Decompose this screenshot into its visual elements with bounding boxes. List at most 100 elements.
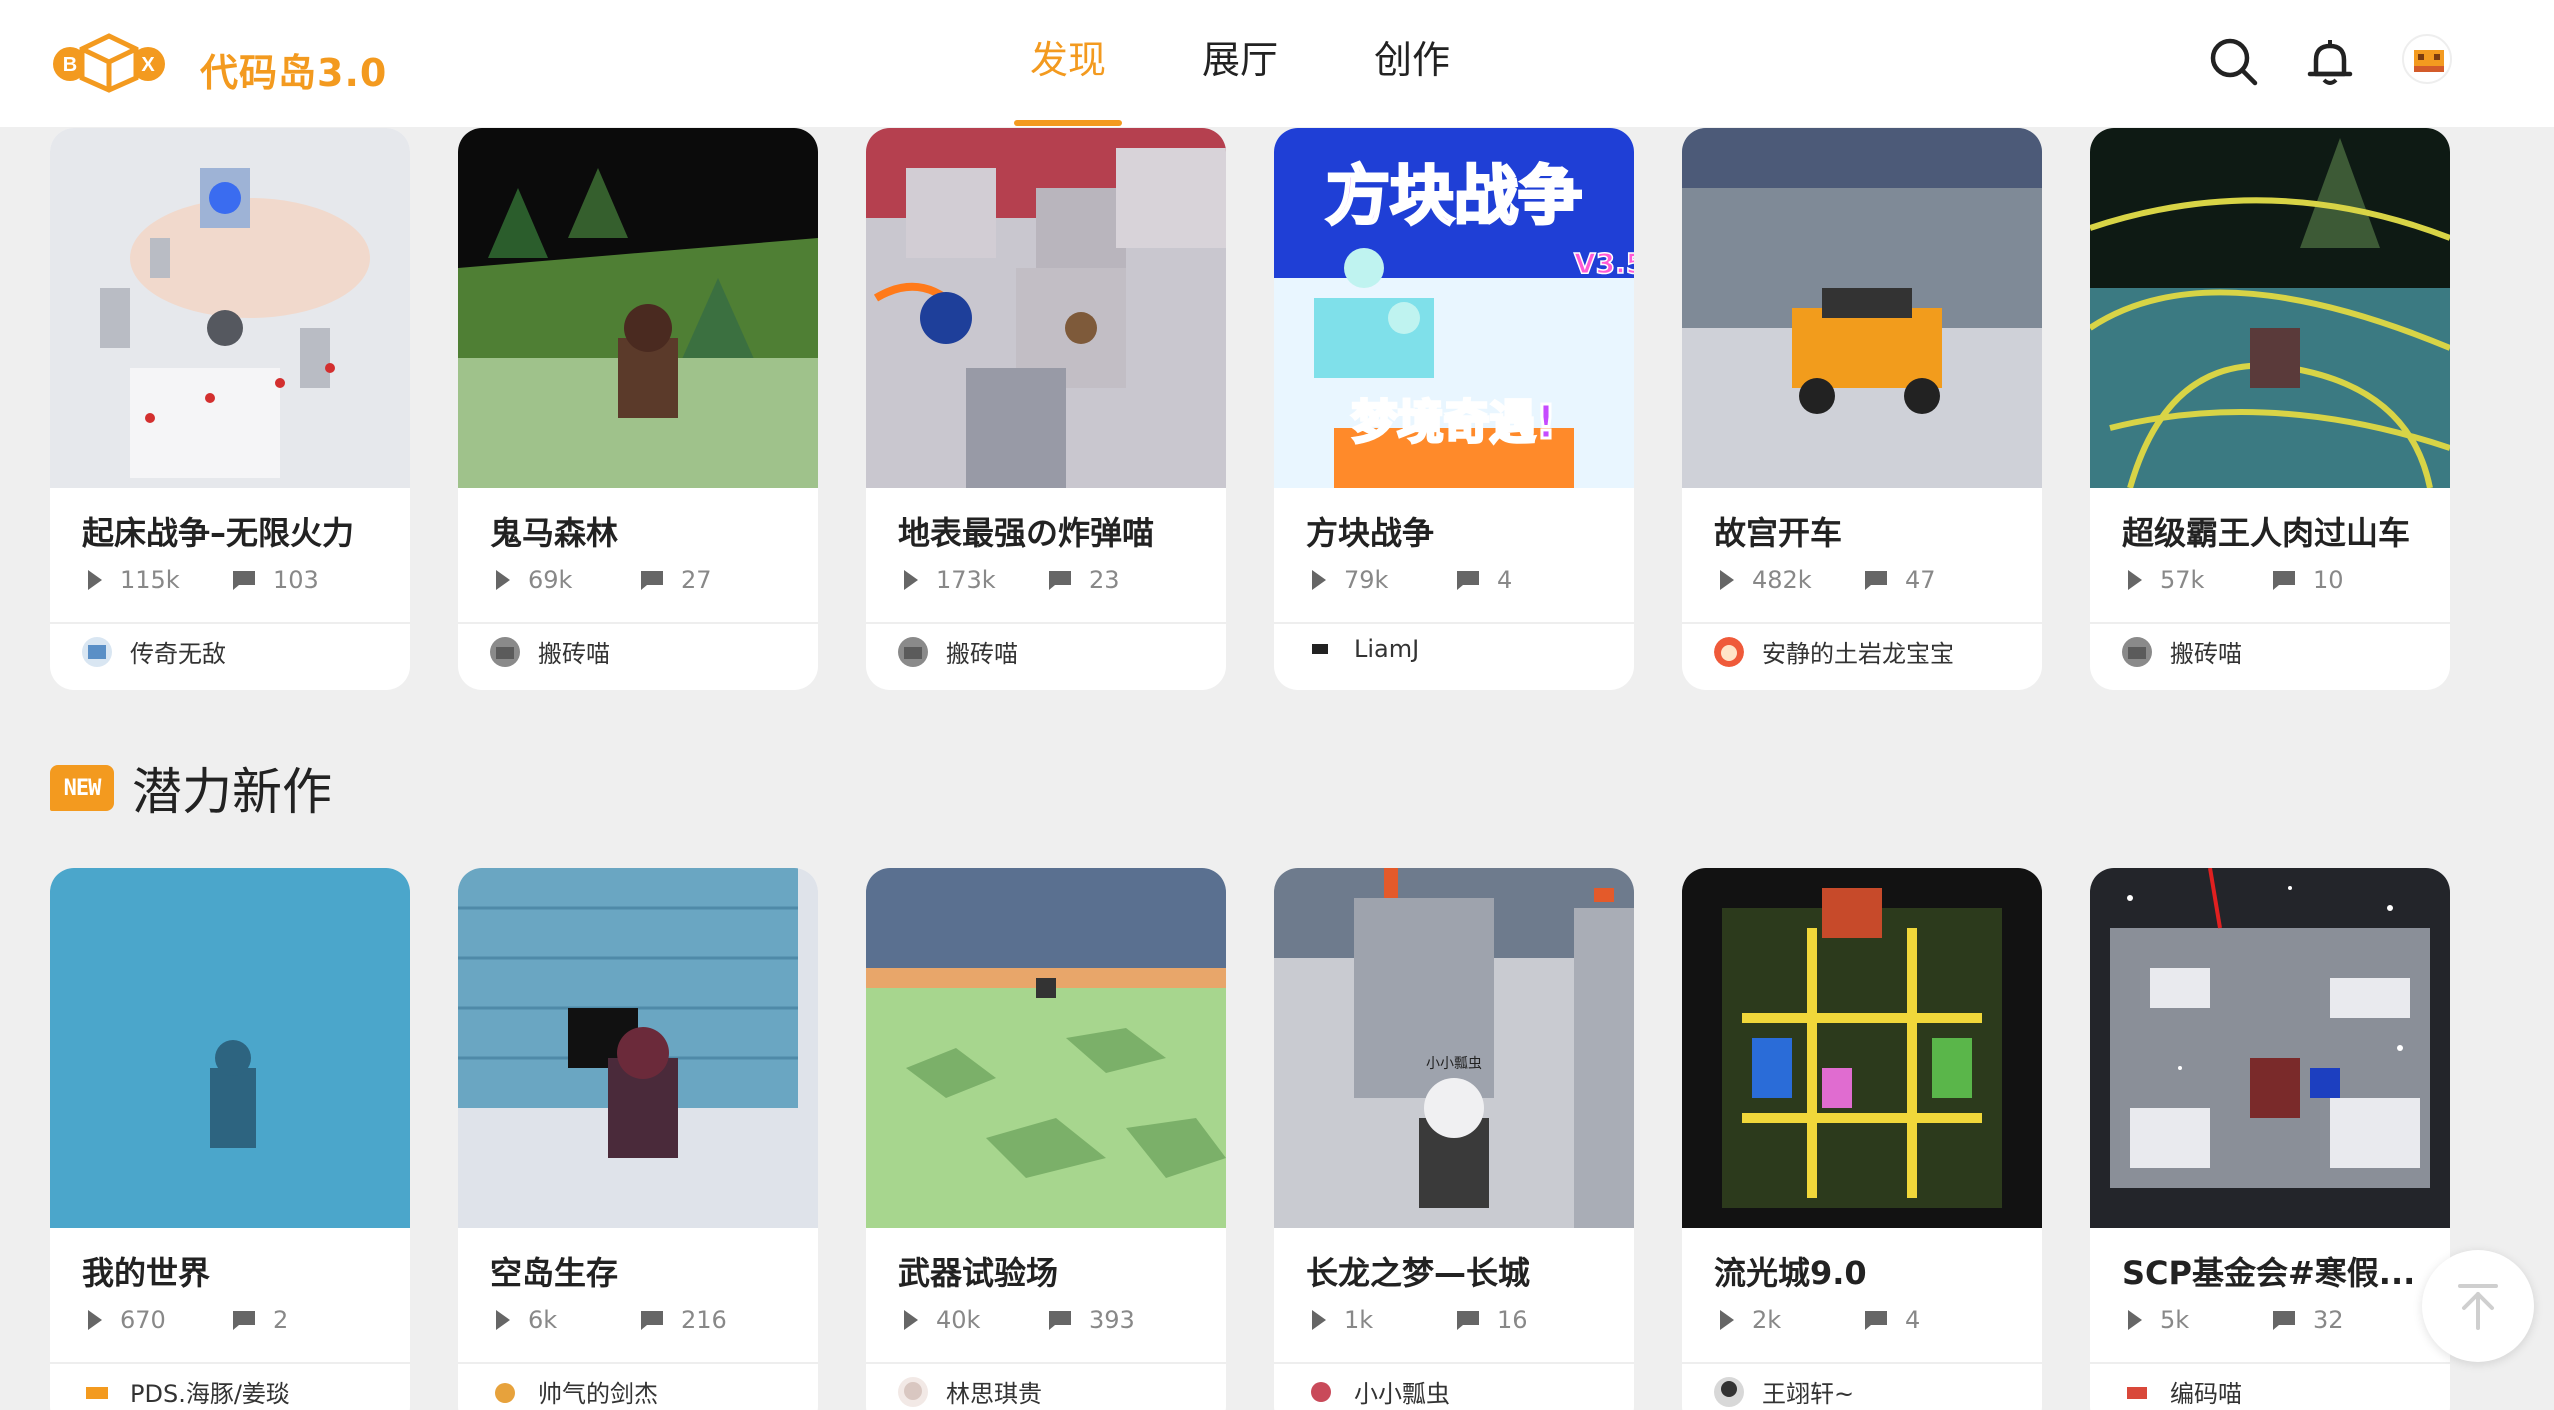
comment-count: 32 bbox=[2313, 1306, 2344, 1334]
search-icon[interactable] bbox=[2206, 34, 2262, 90]
card-title: 地表最强の炸弹喵 bbox=[898, 514, 1155, 552]
game-card[interactable]: 鬼马森林 69k 27 搬砖喵 bbox=[458, 128, 818, 690]
play-count: 57k bbox=[2160, 566, 2205, 594]
comment-icon bbox=[233, 571, 255, 590]
card-title: 空岛生存 bbox=[490, 1254, 619, 1292]
game-card[interactable]: 起床战争–无限火力 115k 103 传奇无敌 bbox=[50, 128, 410, 690]
card-title: 方块战争 bbox=[1306, 514, 1435, 552]
logo-letter-x: X bbox=[141, 54, 155, 76]
game-card[interactable]: 超级霸王人肉过山车 57k 10 搬砖喵 bbox=[2090, 128, 2450, 690]
game-card[interactable]: 空岛生存 6k 216 帅气的剑杰 bbox=[458, 868, 818, 1410]
arrow-up-icon bbox=[2458, 1284, 2498, 1330]
play-icon bbox=[2128, 570, 2142, 590]
play-count: 69k bbox=[528, 566, 573, 594]
card-author[interactable]: 搬砖喵 bbox=[490, 634, 610, 669]
game-thumbnail bbox=[458, 128, 818, 488]
game-card[interactable]: 方块战争 V3.5 梦境奇遇! 方块战争 79k 4 LiamJ bbox=[1274, 128, 1634, 690]
card-author[interactable]: 编码喵 bbox=[2122, 1374, 2242, 1409]
play-icon bbox=[904, 1310, 918, 1330]
comment-count: 216 bbox=[681, 1306, 727, 1334]
card-title: 起床战争–无限火力 bbox=[82, 514, 355, 552]
logo-letter-b: B bbox=[63, 54, 77, 76]
comment-count: 47 bbox=[1905, 566, 1936, 594]
card-author[interactable]: 帅气的剑杰 bbox=[490, 1374, 658, 1409]
author-avatar bbox=[490, 1376, 520, 1407]
author-name: 帅气的剑杰 bbox=[538, 1380, 658, 1408]
thumb-title: 方块战争 bbox=[1326, 160, 1582, 234]
comment-icon bbox=[641, 571, 663, 590]
card-title: 长龙之梦—长城 bbox=[1306, 1254, 1531, 1292]
game-card[interactable]: SCP基金会#寒假... 5k 32 编码喵 bbox=[2090, 868, 2450, 1410]
author-avatar bbox=[1306, 1376, 1336, 1407]
user-avatar[interactable] bbox=[2402, 34, 2452, 84]
play-icon bbox=[1312, 570, 1326, 590]
comment-count: 103 bbox=[273, 566, 319, 594]
nav-discover[interactable]: 发现 bbox=[1013, 32, 1123, 126]
card-title: 鬼马森林 bbox=[490, 514, 619, 552]
play-count: 2k bbox=[1752, 1306, 1782, 1334]
comment-icon bbox=[233, 1311, 255, 1330]
author-name: 搬砖喵 bbox=[946, 640, 1018, 668]
card-stats: 57k 10 bbox=[2126, 566, 2416, 594]
card-divider bbox=[1682, 1362, 2042, 1364]
card-divider bbox=[50, 622, 410, 624]
game-card[interactable]: 流光城9.0 2k 4 王翊轩~ bbox=[1682, 868, 2042, 1410]
new-badge: NEW bbox=[50, 765, 114, 811]
card-divider bbox=[866, 1362, 1226, 1364]
game-card[interactable]: 武器试验场 40k 393 林思琪贵 bbox=[866, 868, 1226, 1410]
nav-gallery[interactable]: 展厅 bbox=[1202, 32, 1278, 126]
section-header-new: NEW 潜力新作 bbox=[50, 752, 332, 824]
game-card[interactable]: 小小瓢虫 长龙之梦—长城 1k 16 小小瓢虫 bbox=[1274, 868, 1634, 1410]
logo[interactable]: B X bbox=[50, 30, 168, 94]
card-author[interactable]: PDS.海豚/姜琰 bbox=[82, 1374, 290, 1409]
brand-name[interactable]: 代码岛3.0 bbox=[200, 42, 387, 97]
card-stats: 2k 4 bbox=[1718, 1306, 2008, 1334]
card-divider bbox=[458, 1362, 818, 1364]
author-avatar bbox=[2122, 636, 2152, 667]
card-title: 武器试验场 bbox=[898, 1254, 1059, 1292]
play-icon bbox=[88, 1310, 102, 1330]
card-divider bbox=[50, 1362, 410, 1364]
comment-count: 23 bbox=[1089, 566, 1120, 594]
back-to-top-button[interactable] bbox=[2422, 1250, 2534, 1362]
card-author[interactable]: 安静的土岩龙宝宝 bbox=[1714, 634, 1954, 669]
game-thumbnail: 小小瓢虫 bbox=[1274, 868, 1634, 1228]
author-avatar bbox=[82, 636, 112, 667]
author-name: 传奇无敌 bbox=[130, 640, 226, 668]
card-stats: 670 2 bbox=[86, 1306, 376, 1334]
comment-icon bbox=[2273, 1311, 2295, 1330]
card-title: 超级霸王人肉过山车 bbox=[2122, 514, 2411, 552]
card-author[interactable]: LiamJ bbox=[1306, 634, 1419, 664]
card-stats: 482k 47 bbox=[1718, 566, 2008, 594]
play-count: 670 bbox=[120, 1306, 166, 1334]
card-author[interactable]: 小小瓢虫 bbox=[1306, 1374, 1450, 1409]
comment-icon bbox=[2273, 571, 2295, 590]
author-name: 林思琪贵 bbox=[946, 1380, 1042, 1408]
game-card[interactable]: 地表最强の炸弹喵 173k 23 搬砖喵 bbox=[866, 128, 1226, 690]
author-name: LiamJ bbox=[1354, 635, 1420, 663]
card-author[interactable]: 搬砖喵 bbox=[898, 634, 1018, 669]
nav-create[interactable]: 创作 bbox=[1374, 32, 1450, 126]
bell-icon[interactable] bbox=[2302, 34, 2358, 90]
author-name: 搬砖喵 bbox=[538, 640, 610, 668]
play-icon bbox=[2128, 1310, 2142, 1330]
card-author[interactable]: 传奇无敌 bbox=[82, 634, 226, 669]
play-icon bbox=[904, 570, 918, 590]
card-author[interactable]: 搬砖喵 bbox=[2122, 634, 2242, 669]
game-thumbnail: 方块战争 V3.5 梦境奇遇! bbox=[1274, 128, 1634, 488]
card-author[interactable]: 林思琪贵 bbox=[898, 1374, 1042, 1409]
play-count: 115k bbox=[120, 566, 180, 594]
play-count: 6k bbox=[528, 1306, 558, 1334]
author-name: PDS.海豚/姜琰 bbox=[130, 1380, 290, 1408]
comment-count: 10 bbox=[2313, 566, 2344, 594]
comment-icon bbox=[1865, 1311, 1887, 1330]
card-stats: 173k 23 bbox=[902, 566, 1192, 594]
play-icon bbox=[1720, 570, 1734, 590]
comment-count: 27 bbox=[681, 566, 712, 594]
author-name: 王翊轩~ bbox=[1762, 1380, 1855, 1408]
game-card[interactable]: 故宫开车 482k 47 安静的土岩龙宝宝 bbox=[1682, 128, 2042, 690]
game-card[interactable]: 我的世界 670 2 PDS.海豚/姜琰 bbox=[50, 868, 410, 1410]
card-author[interactable]: 王翊轩~ bbox=[1714, 1374, 1854, 1409]
card-divider bbox=[2090, 1362, 2450, 1364]
play-count: 482k bbox=[1752, 566, 1812, 594]
